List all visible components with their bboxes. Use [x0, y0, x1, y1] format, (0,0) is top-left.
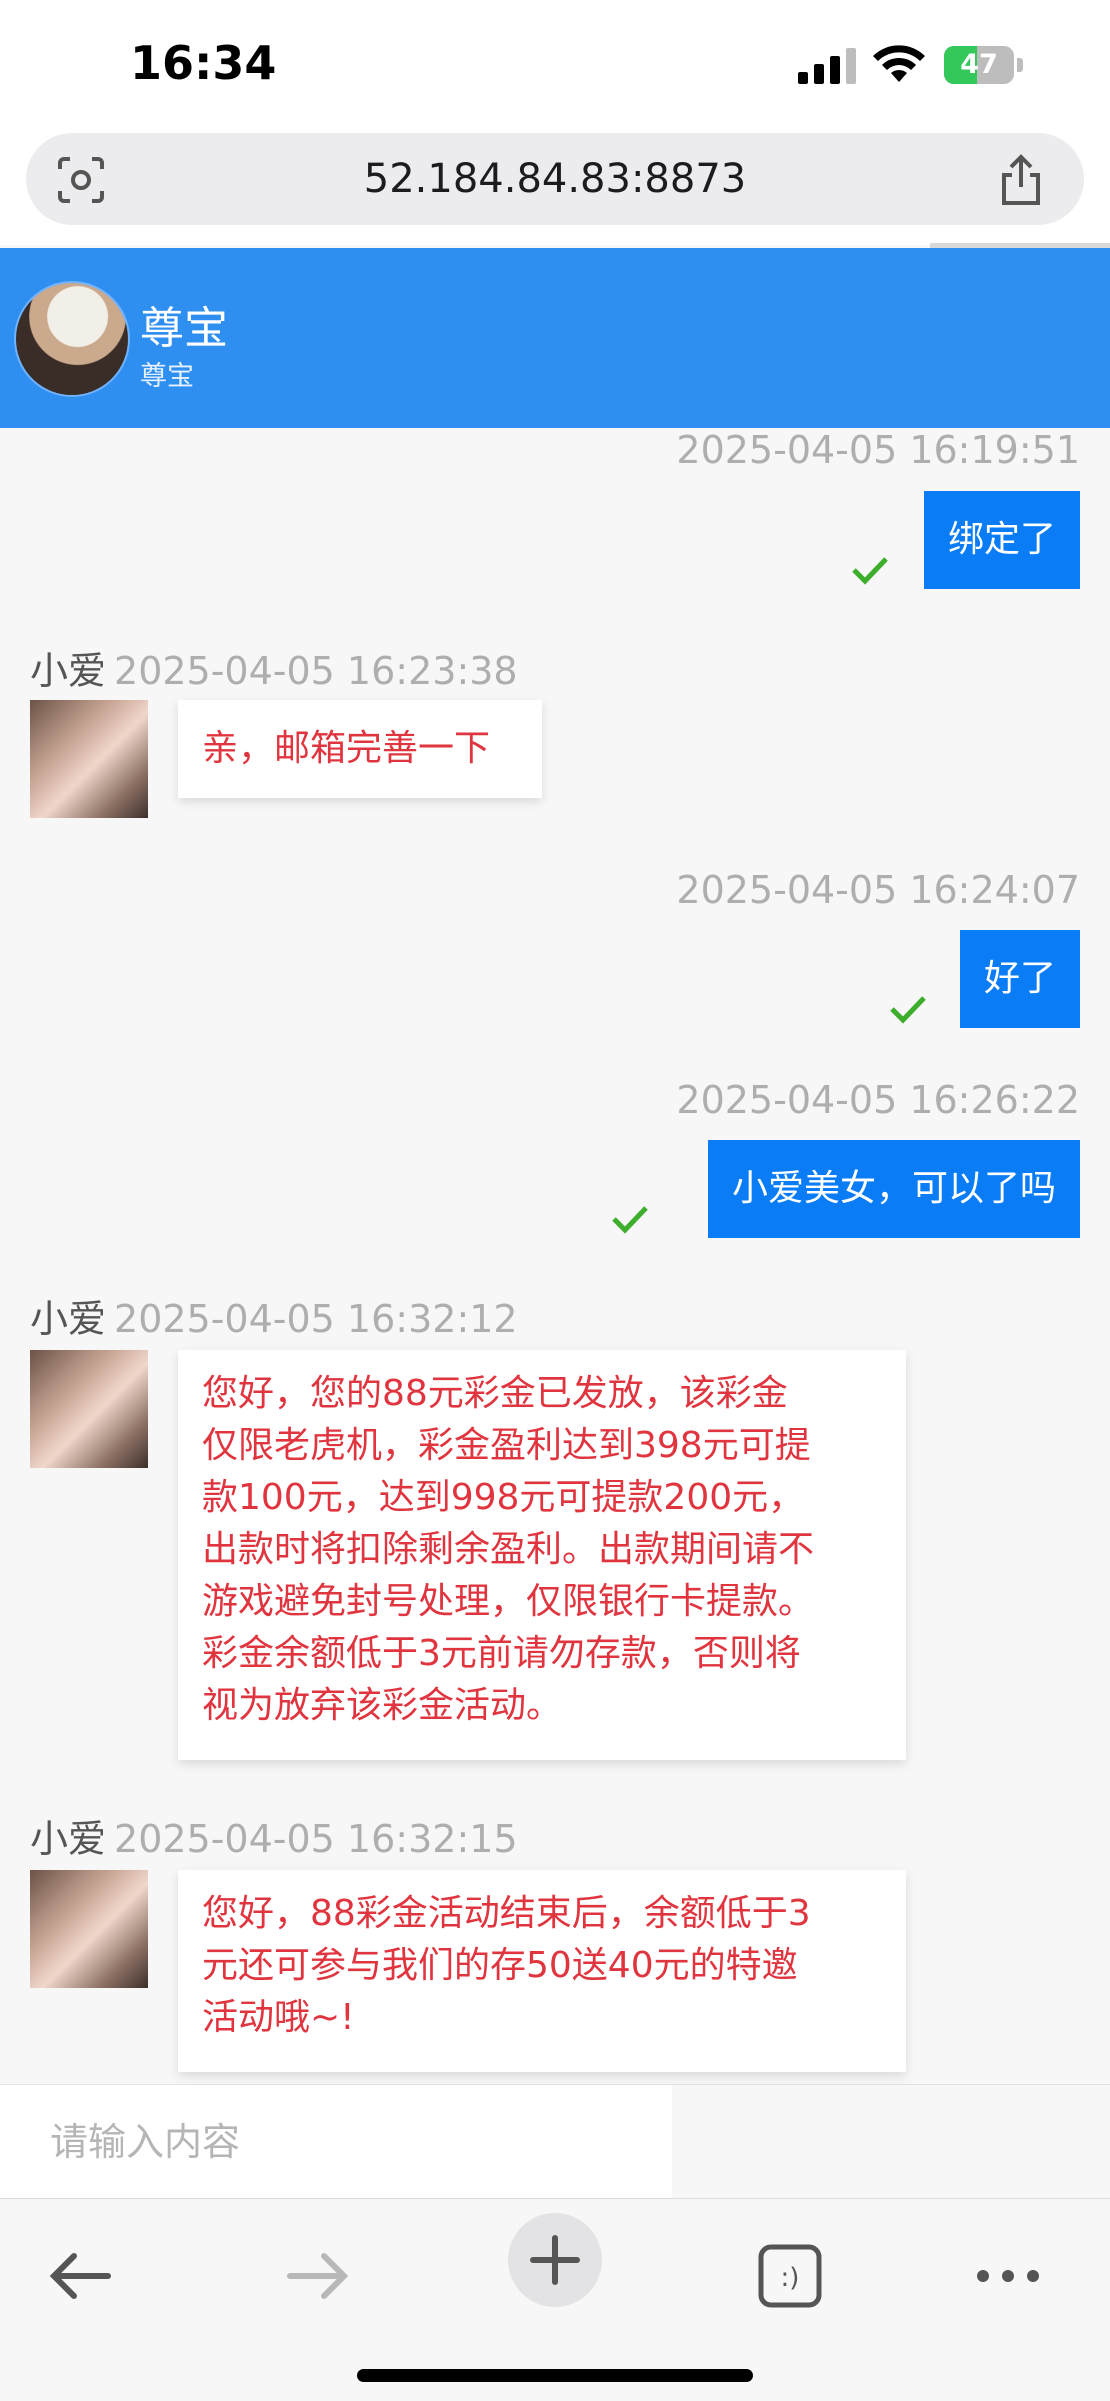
- message-line: 活动哦~!: [202, 1997, 355, 2038]
- read-check-icon: [852, 557, 888, 585]
- read-check-icon: [890, 996, 926, 1024]
- chat-subtitle: 尊宝: [140, 361, 194, 392]
- message-input[interactable]: 请输入内容: [0, 2085, 672, 2199]
- sender-avatar[interactable]: [30, 1350, 148, 1468]
- sender-name: 小爱: [30, 1817, 107, 1861]
- incoming-message[interactable]: 亲，邮箱完善一下: [178, 700, 542, 798]
- status-time: 16:34: [130, 36, 277, 90]
- input-side-area: [672, 2085, 1110, 2199]
- message-timestamp: 2025-04-05 16:24:07: [676, 868, 1080, 912]
- message-line: 元还可参与我们的存50送40元的特邀: [202, 1945, 798, 1986]
- message-timestamp: 2025-04-05 16:32:12: [114, 1297, 518, 1341]
- message-meta: 小爱 2025-04-05 16:23:38: [30, 640, 518, 695]
- sender-avatar[interactable]: [30, 700, 148, 818]
- new-tab-icon: [530, 2235, 580, 2285]
- sender-avatar[interactable]: [30, 1870, 148, 1988]
- message-line: 出款时将扣除剩余盈利。出款期间请不: [202, 1529, 815, 1570]
- browser-address-area: 52.184.84.83:8873: [0, 125, 1110, 245]
- message-line: 彩金余额低于3元前请勿存款，否则将: [202, 1633, 801, 1674]
- message-timestamp: 2025-04-05 16:23:38: [114, 649, 518, 693]
- outgoing-message[interactable]: 小爱美女，可以了吗: [707, 1140, 1080, 1238]
- contact-avatar[interactable]: [14, 281, 130, 397]
- message-line: 仅限老虎机，彩金盈利达到398元可提: [202, 1425, 811, 1466]
- message-line: 视为放弃该彩金活动。: [202, 1685, 563, 1726]
- sender-name: 小爱: [30, 1297, 107, 1341]
- wifi-icon: [873, 45, 925, 82]
- battery-icon: 47: [944, 46, 1026, 84]
- read-check-icon: [612, 1206, 648, 1234]
- share-icon[interactable]: [996, 153, 1046, 207]
- message-line: 您好，您的88元彩金已发放，该彩金: [202, 1373, 788, 1414]
- address-bar[interactable]: 52.184.84.83:8873: [26, 133, 1084, 225]
- forward-icon[interactable]: [272, 2231, 362, 2321]
- message-meta: 小爱 2025-04-05 16:32:15: [30, 1808, 518, 1863]
- battery-percent: 47: [960, 49, 998, 80]
- new-tab-button[interactable]: [508, 2213, 602, 2307]
- message-line: 游戏避免封号处理，仅限银行卡提款。: [202, 1581, 815, 1622]
- more-icon[interactable]: [963, 2231, 1053, 2321]
- sender-name: 小爱: [30, 649, 107, 693]
- chat-header: 尊宝 尊宝: [0, 248, 1110, 428]
- message-timestamp: 2025-04-05 16:32:15: [114, 1817, 518, 1861]
- outgoing-message[interactable]: 好了: [959, 930, 1080, 1028]
- incoming-message[interactable]: 您好，88彩金活动结束后，余额低于3 元还可参与我们的存50送40元的特邀 活动…: [178, 1870, 906, 2072]
- home-indicator: [357, 2369, 753, 2382]
- message-timestamp: 2025-04-05 16:26:22: [676, 1078, 1080, 1122]
- outgoing-message[interactable]: 绑定了: [923, 491, 1080, 589]
- input-placeholder: 请输入内容: [50, 2120, 241, 2164]
- incoming-message[interactable]: 您好，您的88元彩金已发放，该彩金 仅限老虎机，彩金盈利达到398元可提 款10…: [178, 1350, 906, 1760]
- message-timestamp: 2025-04-05 16:19:51: [676, 428, 1080, 472]
- back-icon[interactable]: [36, 2231, 126, 2321]
- message-meta: 小爱 2025-04-05 16:32:12: [30, 1288, 518, 1343]
- chat-title: 尊宝: [140, 303, 228, 354]
- message-input-bar: 请输入内容: [0, 2084, 1110, 2199]
- browser-toolbar: :): [0, 2198, 1110, 2401]
- message-line: 您好，88彩金活动结束后，余额低于3: [202, 1893, 811, 1934]
- message-line: 款100元，达到998元可提款200元，: [202, 1477, 805, 1518]
- cellular-signal-icon: [798, 48, 856, 84]
- tabs-icon[interactable]: :): [745, 2231, 835, 2321]
- url-text[interactable]: 52.184.84.83:8873: [26, 133, 1084, 225]
- status-bar: 16:34 47: [0, 0, 1110, 125]
- svg-text::): :): [781, 2263, 800, 2293]
